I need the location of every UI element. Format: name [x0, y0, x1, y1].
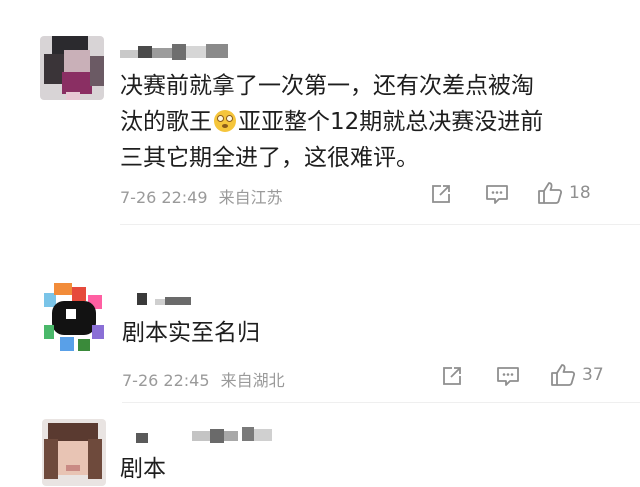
comment-meta: 7-26 22:49 来自江苏 — [120, 184, 283, 208]
comment-item: 剧本 — [0, 405, 640, 486]
comment-icon — [486, 185, 508, 204]
share-icon — [432, 185, 450, 203]
astonished-face-emoji-icon — [214, 110, 236, 132]
share-button[interactable] — [441, 363, 463, 389]
comment-text-line: 剧本 — [120, 456, 166, 482]
reply-button[interactable] — [485, 181, 509, 207]
comment-text-fragment: 汰的歌王 — [120, 109, 212, 135]
like-button[interactable]: 37 — [550, 362, 604, 388]
like-button[interactable]: 18 — [537, 180, 591, 206]
reply-button[interactable] — [496, 363, 520, 389]
like-count: 37 — [582, 365, 604, 385]
avatar[interactable] — [44, 281, 106, 355]
comment-text-line: 决赛前就拿了一次第一，还有次差点被淘 — [120, 73, 534, 99]
username[interactable] — [120, 44, 230, 64]
username[interactable] — [136, 425, 276, 445]
comment-text-line: 剧本实至名归 — [122, 320, 260, 346]
comment-location: 来自湖北 — [220, 371, 285, 390]
comment-text-fragment: 亚亚整个12期就总决赛没进前 — [238, 109, 544, 135]
comment-text-line: 三其它期全进了，这很难评。 — [120, 145, 419, 171]
divider — [122, 402, 640, 403]
thumbs-up-icon — [551, 364, 576, 386]
avatar[interactable] — [40, 36, 104, 100]
comment-item: 剧本实至名归 7-26 22:45 来自湖北 37 — [0, 225, 640, 405]
share-icon — [443, 367, 461, 385]
comment-text-line: 汰的歌王 亚亚整个12期就总决赛没进前 — [120, 104, 543, 140]
comment-text: 剧本实至名归 — [122, 315, 260, 351]
comment-text: 决赛前就拿了一次第一，还有次差点被淘 汰的歌王 亚亚整个12期就总决赛没进前 三其… — [120, 68, 543, 176]
comment-date: 7-26 22:45 — [122, 371, 210, 390]
comment-item: 决赛前就拿了一次第一，还有次差点被淘 汰的歌王 亚亚整个12期就总决赛没进前 三其… — [0, 0, 640, 225]
comment-icon — [497, 367, 519, 386]
username[interactable] — [137, 289, 197, 309]
share-button[interactable] — [430, 181, 452, 207]
comment-meta: 7-26 22:45 来自湖北 — [122, 367, 285, 391]
avatar[interactable] — [42, 419, 106, 486]
comment-date: 7-26 22:49 — [120, 188, 208, 207]
comment-text: 剧本 — [120, 451, 166, 487]
thumbs-up-icon — [538, 182, 563, 204]
comment-location: 来自江苏 — [218, 188, 283, 207]
like-count: 18 — [569, 183, 591, 203]
